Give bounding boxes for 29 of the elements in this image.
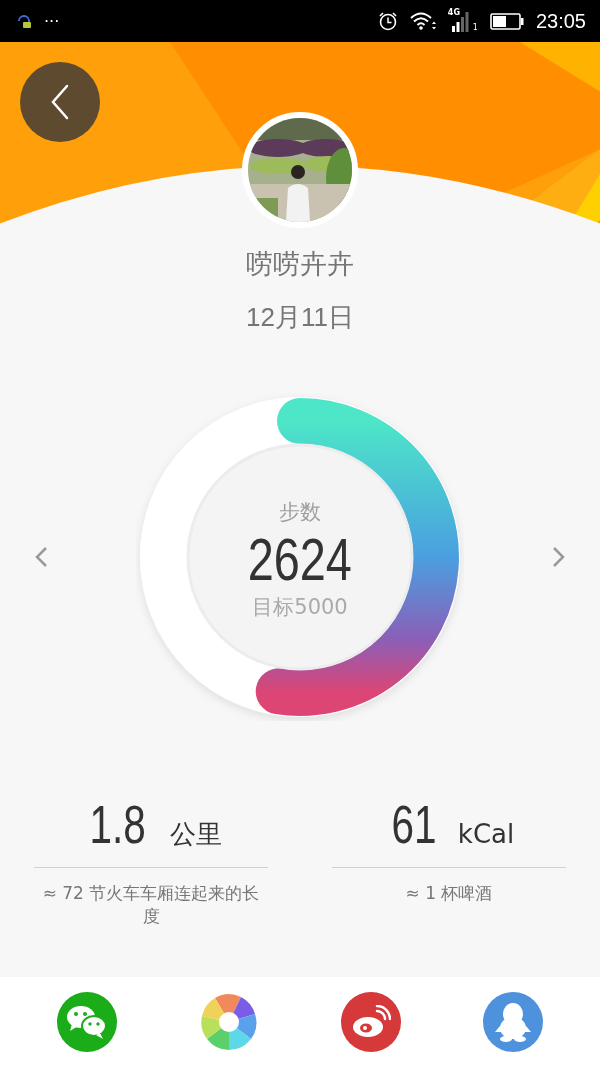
next-day-button[interactable]: [552, 546, 566, 568]
notification-more: ···: [44, 11, 60, 31]
stat-comparison: ≈ 72 节火车车厢连起来的长度: [41, 882, 261, 928]
previous-day-button[interactable]: [34, 546, 48, 568]
share-button[interactable]: [341, 992, 401, 1052]
steps-count: 2624: [247, 527, 353, 591]
alarm-icon: [377, 11, 398, 31]
stat-unit: 公里: [169, 818, 222, 851]
steps-label: 步数: [279, 498, 321, 526]
aperture-icon: [201, 994, 257, 1050]
wifi-icon: [409, 11, 436, 31]
stat-unit: kCal: [457, 819, 515, 849]
battery-icon: [489, 12, 524, 30]
chevron-right-icon: [552, 546, 566, 568]
back-chevron-icon: [50, 84, 70, 120]
eye-waves-icon: [351, 1005, 391, 1039]
stat-comparison: ≈ 1 杯啤酒: [404, 882, 494, 905]
share-button[interactable]: [57, 992, 117, 1052]
stat-value: 1.8: [89, 797, 147, 851]
penguin-icon: [495, 1002, 531, 1042]
chat-bubbles-icon: [66, 1004, 108, 1040]
user-name: 唠唠卉卉: [245, 247, 355, 281]
steps-goal: 目标5000: [252, 593, 348, 621]
chevron-left-icon: [34, 546, 48, 568]
stat-value: 61: [391, 797, 437, 851]
date-label: 12月11日: [245, 301, 355, 334]
share-button[interactable]: [483, 992, 543, 1052]
signal-indicator: 4G 1: [447, 10, 478, 32]
clock-time: 23:05: [535, 9, 586, 33]
